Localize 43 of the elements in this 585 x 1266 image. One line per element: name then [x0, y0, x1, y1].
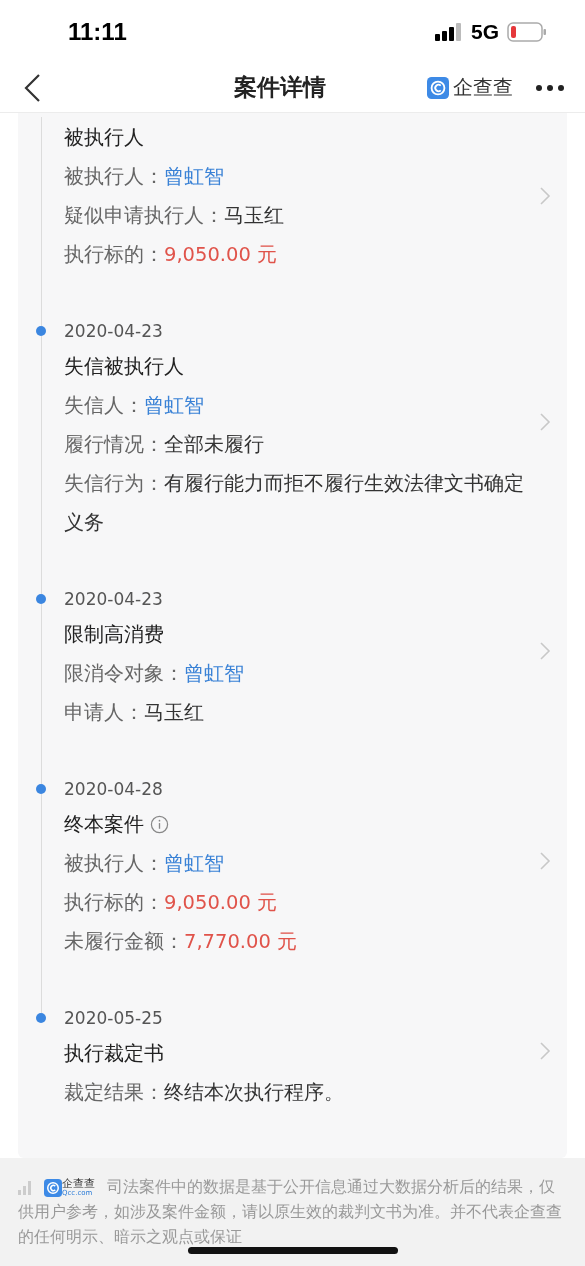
timeline-dot	[36, 594, 46, 605]
detail-line: 申请人：马玉红	[64, 700, 205, 727]
chevron-right-icon[interactable]	[539, 850, 551, 871]
logo-text: 企查查	[62, 1178, 95, 1191]
detail-line: 被执行人：曾虹智	[64, 164, 225, 191]
brand-name: 企查查	[453, 74, 513, 102]
detail-line: 疑似申请执行人：马玉红	[64, 203, 285, 230]
event-date: 2020-04-28	[64, 778, 164, 802]
detail-line: 裁定结果：终结本次执行程序。	[64, 1080, 345, 1107]
event-title: 执行裁定书	[64, 1040, 164, 1068]
signal-icon	[435, 22, 463, 41]
signal-bars-icon	[18, 1180, 32, 1195]
back-icon[interactable]	[22, 72, 42, 103]
info-icon[interactable]	[150, 814, 169, 834]
event-title: 限制高消费	[64, 621, 164, 649]
event-title: 终本案件	[64, 811, 144, 839]
more-icon[interactable]	[535, 83, 565, 92]
chevron-right-icon[interactable]	[539, 412, 551, 433]
status-time: 11:11	[68, 17, 128, 46]
detail-line: 限消令对象：曾虹智	[64, 661, 245, 688]
event-date: 2020-04-23	[64, 320, 164, 344]
timeline-dot	[36, 784, 46, 795]
page-title: 案件详情	[232, 73, 327, 103]
event-date: 2020-04-23	[64, 588, 164, 612]
timeline-dot	[36, 326, 46, 337]
detail-line: 失信人：曾虹智	[64, 393, 205, 420]
detail-line: 执行标的：9,050.00 元	[64, 242, 279, 269]
logo-icon	[427, 76, 449, 99]
detail-line: 执行标的：9,050.00 元	[64, 890, 279, 917]
detail-line: 未履行金额：7,770.00 元	[64, 929, 299, 956]
event-title: 被执行人	[64, 124, 144, 152]
detail-line: 被执行人：曾虹智	[64, 851, 225, 878]
detail-line: 失信行为：有履行能力而拒不履行生效法律文书确定义务	[64, 471, 525, 537]
chevron-right-icon[interactable]	[539, 1040, 551, 1061]
network-label: 5G	[471, 19, 499, 44]
battery-icon	[507, 21, 547, 42]
event-date: 2020-05-25	[64, 1007, 164, 1031]
logo-icon	[44, 1178, 62, 1197]
timeline-dot	[36, 1013, 46, 1024]
detail-line: 履行情况：全部未履行	[64, 432, 265, 459]
event-title: 失信被执行人	[64, 353, 184, 381]
chevron-right-icon[interactable]	[539, 185, 551, 206]
chevron-right-icon[interactable]	[539, 641, 551, 662]
